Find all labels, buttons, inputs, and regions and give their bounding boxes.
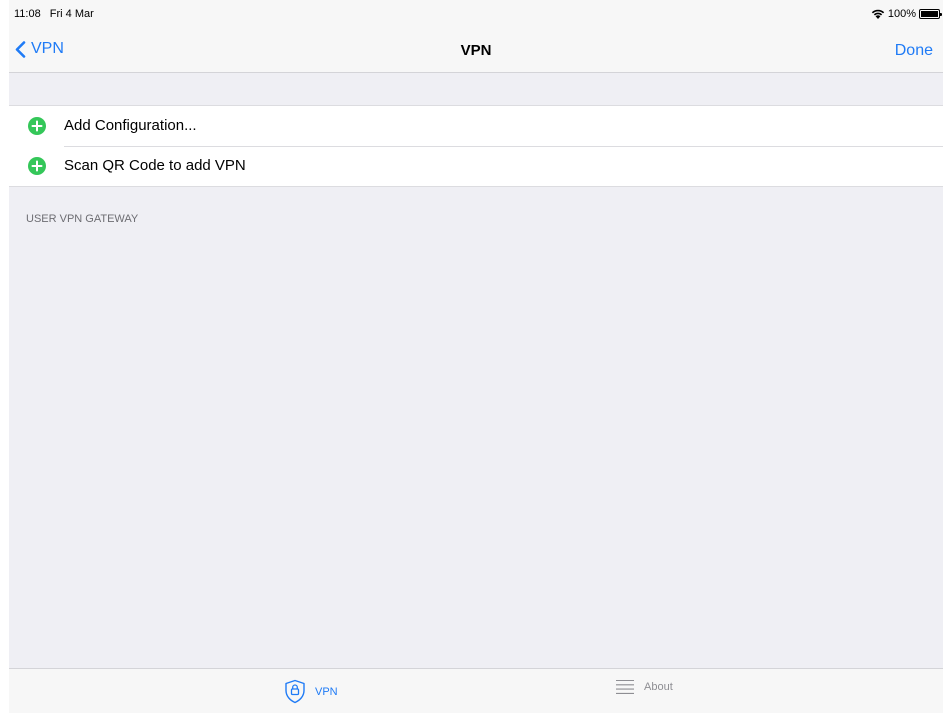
list-lines-icon [616,679,634,694]
done-button[interactable]: Done [895,42,933,60]
section-header: USER VPN GATEWAY [26,213,139,225]
tab-bar: VPN About [9,668,943,713]
screen: 11:08 Fri 4 Mar 100% VPN VPN Done Add Co… [9,0,943,713]
configuration-list: Add Configuration... Scan QR Code to add… [9,105,943,187]
status-date: Fri 4 Mar [49,8,94,20]
status-left: 11:08 Fri 4 Mar [14,8,100,20]
wifi-icon [871,9,885,19]
battery-percent: 100% [887,8,916,20]
scan-qr-code-item[interactable]: Scan QR Code to add VPN [9,146,943,186]
battery-icon [919,9,942,19]
status-time: 11:08 [14,8,41,20]
tab-about-label: About [644,681,673,693]
add-configuration-item[interactable]: Add Configuration... [9,106,943,146]
add-circle-icon [28,117,46,135]
tab-vpn-label: VPN [315,685,338,698]
page-title: VPN [460,42,492,59]
status-right: 100% [871,8,942,20]
navigation-bar: VPN VPN Done [9,32,943,73]
tab-about[interactable]: About [615,679,673,695]
status-bar: 11:08 Fri 4 Mar 100% [9,0,943,32]
add-circle-icon [28,157,46,175]
list-item-label: Scan QR Code to add VPN [64,157,246,174]
list-item-label: Add Configuration... [64,117,197,134]
tab-vpn[interactable]: VPN [284,679,338,704]
battery-fill [921,11,938,17]
shield-lock-icon [285,679,305,704]
